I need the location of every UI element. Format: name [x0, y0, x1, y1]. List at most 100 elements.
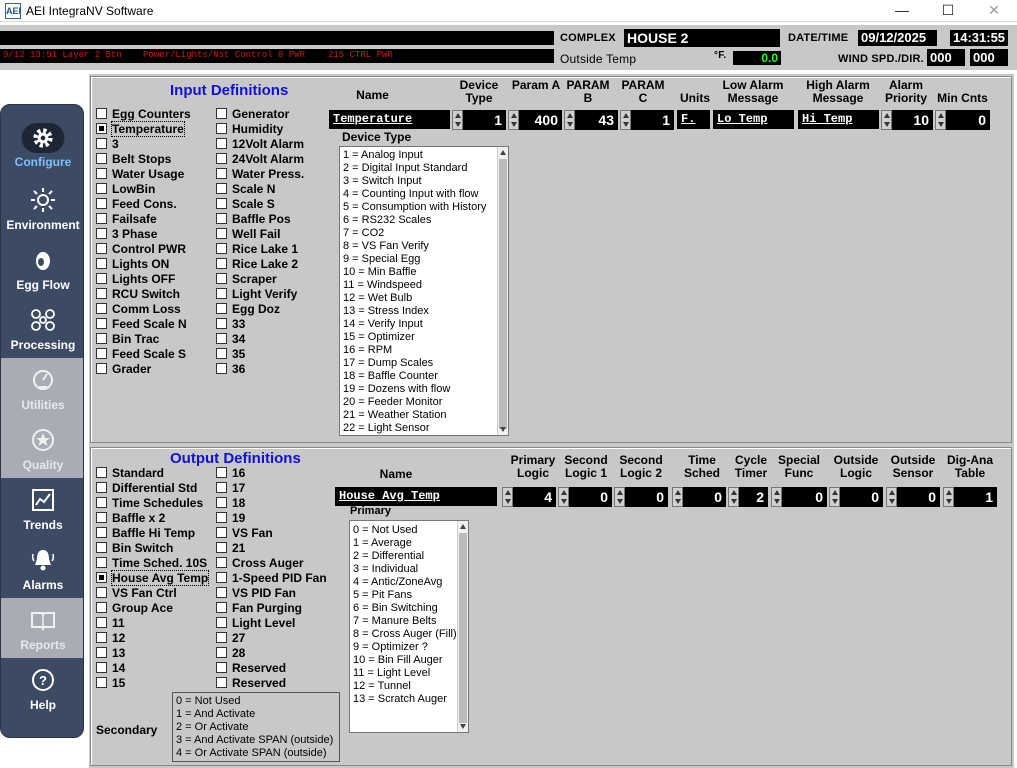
list-item[interactable]: 7 = Manure Belts — [350, 615, 468, 628]
checkbox[interactable] — [216, 333, 227, 344]
list-item[interactable]: 13 = Scratch Auger — [350, 693, 468, 706]
checkbox[interactable] — [96, 243, 107, 254]
checkbox-item[interactable]: 11 — [96, 616, 125, 631]
list-item[interactable]: 13 = Stress Index — [340, 305, 508, 318]
spin-arrows-icon[interactable] — [564, 110, 575, 130]
checkbox[interactable] — [216, 467, 227, 478]
checkbox-item[interactable]: Feed Scale N — [96, 317, 187, 332]
list-item[interactable]: 12 = Tunnel — [350, 680, 468, 693]
checkbox[interactable] — [216, 572, 227, 583]
checkbox[interactable] — [216, 198, 227, 209]
checkbox-item[interactable]: Differential Std — [96, 481, 197, 496]
list-item[interactable]: 9 = Special Egg — [340, 253, 508, 266]
checkbox-item[interactable]: Scale N — [216, 182, 275, 197]
scroll-thumb[interactable] — [499, 159, 507, 429]
checkbox-item[interactable]: Lights OFF — [96, 272, 175, 287]
checkbox-item[interactable]: Reserved — [216, 661, 286, 676]
checkbox[interactable] — [216, 542, 227, 553]
list-item[interactable]: 3 = Switch Input — [340, 175, 508, 188]
device-type-spinner[interactable]: 1 — [452, 110, 506, 130]
checkbox-item[interactable]: Time Schedules — [96, 496, 203, 511]
checkbox-item[interactable]: Fan Purging — [216, 601, 302, 616]
list-item[interactable]: 4 = Antic/ZoneAvg — [350, 576, 468, 589]
checkbox[interactable] — [216, 288, 227, 299]
checkbox-item[interactable]: Rice Lake 1 — [216, 242, 298, 257]
list-item[interactable]: 6 = RS232 Scales — [340, 214, 508, 227]
checkbox[interactable] — [96, 587, 107, 598]
list-item[interactable]: 17 = Dump Scales — [340, 357, 508, 370]
checkbox-item[interactable]: Rice Lake 2 — [216, 257, 298, 272]
list-item[interactable]: 1 = Analog Input — [340, 149, 508, 162]
list-item[interactable]: 2 = Differential — [350, 550, 468, 563]
checkbox-item[interactable]: 18 — [216, 496, 245, 511]
checkbox[interactable] — [216, 647, 227, 658]
checkbox-item[interactable]: Time Sched. 10S — [96, 556, 207, 571]
sidebar-item-quality[interactable]: Quality — [1, 418, 83, 478]
checkbox-item[interactable]: VS PID Fan — [216, 586, 296, 601]
checkbox[interactable] — [96, 542, 107, 553]
checkbox[interactable] — [96, 363, 107, 374]
list-item[interactable]: 0 = Not Used — [173, 695, 339, 708]
checkbox[interactable] — [96, 557, 107, 568]
checkbox[interactable] — [216, 303, 227, 314]
checkbox[interactable] — [96, 482, 107, 493]
checkbox-item[interactable]: Cross Auger — [216, 556, 304, 571]
list-item[interactable]: 0 = Not Used — [350, 524, 468, 537]
list-item[interactable]: 2 = Or Activate — [173, 721, 339, 734]
list-item[interactable]: 9 = Optimizer ? — [350, 641, 468, 654]
checkbox[interactable] — [96, 138, 107, 149]
checkbox[interactable] — [96, 123, 107, 134]
input-name-field[interactable]: Temperature — [329, 110, 450, 129]
checkbox[interactable] — [96, 677, 107, 688]
checkbox[interactable] — [216, 677, 227, 688]
primary-logic-spinner[interactable]: 4 — [502, 487, 556, 507]
list-item[interactable]: 1 = Average — [350, 537, 468, 550]
spin-arrows-icon[interactable] — [935, 110, 946, 130]
checkbox-item[interactable]: 27 — [216, 631, 245, 646]
checkbox[interactable] — [96, 497, 107, 508]
checkbox-item[interactable]: Temperature — [96, 121, 185, 137]
checkbox-item[interactable]: 21 — [216, 541, 245, 556]
checkbox[interactable] — [96, 183, 107, 194]
list-item[interactable]: 20 = Feeder Monitor — [340, 396, 508, 409]
checkbox-item[interactable]: 34 — [216, 332, 245, 347]
checkbox-item[interactable]: Baffle Pos — [216, 212, 291, 227]
checkbox-item[interactable]: Generator — [216, 107, 289, 122]
output-name-field[interactable]: House Avg Temp — [335, 487, 497, 506]
checkbox-item[interactable]: 19 — [216, 511, 245, 526]
checkbox-item[interactable]: 15 — [96, 676, 125, 691]
scroll-down-icon[interactable] — [500, 427, 506, 432]
checkbox[interactable] — [216, 213, 227, 224]
checkbox-item[interactable]: Reserved — [216, 676, 286, 691]
close-button[interactable]: ✕ — [971, 0, 1017, 22]
sidebar-item-alarms[interactable]: Alarms — [1, 538, 83, 598]
checkbox[interactable] — [96, 213, 107, 224]
list-item[interactable]: 18 = Baffle Counter — [340, 370, 508, 383]
checkbox[interactable] — [96, 198, 107, 209]
checkbox-item[interactable]: Water Usage — [96, 167, 184, 182]
list-item[interactable]: 3 = Individual — [350, 563, 468, 576]
high-alarm-field[interactable]: Hi Temp — [798, 110, 879, 129]
checkbox-item[interactable]: Egg Doz — [216, 302, 280, 317]
spin-arrows-icon[interactable] — [886, 487, 897, 507]
sidebar-item-reports[interactable]: Reports — [1, 598, 83, 658]
list-item[interactable]: 5 = Consumption with History — [340, 201, 508, 214]
checkbox-item[interactable]: 13 — [96, 646, 125, 661]
checkbox[interactable] — [96, 467, 107, 478]
list-item[interactable]: 8 = Cross Auger (Fill) — [350, 628, 468, 641]
list-item[interactable]: 16 = RPM — [340, 344, 508, 357]
checkbox[interactable] — [216, 273, 227, 284]
min-cnts-spinner[interactable]: 0 — [935, 110, 990, 130]
checkbox-item[interactable]: 3 — [96, 137, 119, 152]
checkbox-item[interactable]: Baffle Hi Temp — [96, 526, 195, 541]
list-item[interactable]: 8 = VS Fan Verify — [340, 240, 508, 253]
checkbox-item[interactable]: House Avg Temp — [96, 570, 210, 586]
list-item[interactable]: 15 = Optimizer — [340, 331, 508, 344]
spin-arrows-icon[interactable] — [771, 487, 782, 507]
checkbox-item[interactable]: 33 — [216, 317, 245, 332]
spin-arrows-icon[interactable] — [829, 487, 840, 507]
time-sched-spinner[interactable]: 0 — [672, 487, 726, 507]
checkbox[interactable] — [216, 557, 227, 568]
checkbox[interactable] — [96, 273, 107, 284]
checkbox-item[interactable]: 12Volt Alarm — [216, 137, 304, 152]
